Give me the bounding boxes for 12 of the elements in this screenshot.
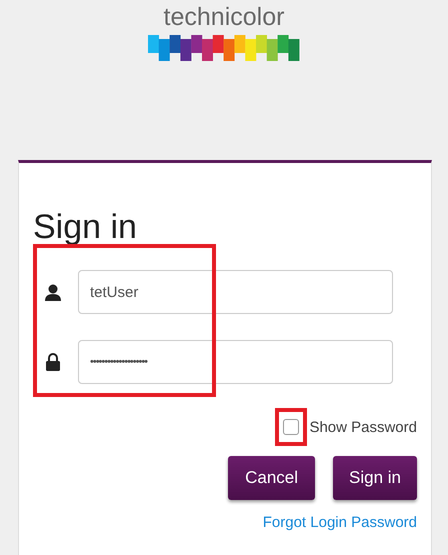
show-password-label: Show Password [309,418,417,436]
show-password-checkbox[interactable] [283,419,300,435]
forgot-password-link[interactable]: Forgot Login Password [262,514,417,531]
username-field[interactable]: tetUser [78,270,393,314]
sign-in-title: Sign in [33,207,138,247]
lock-icon [45,353,61,371]
password-field[interactable]: •••••••••••••••••••• [78,340,393,384]
sign-in-button[interactable]: Sign in [333,456,417,500]
cancel-button[interactable]: Cancel [228,456,316,500]
logo-text: technicolor [164,3,284,31]
user-icon [45,284,61,300]
color-bar-logo-icon [148,35,300,61]
